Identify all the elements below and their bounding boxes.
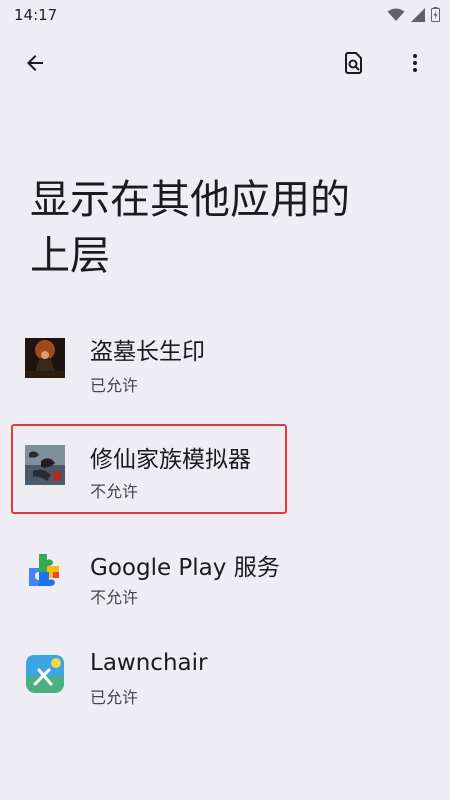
- more-vert-icon: [403, 51, 427, 79]
- app-list-item[interactable]: Lawnchair 已允许: [0, 608, 450, 707]
- app-name: Google Play 服务: [90, 555, 280, 581]
- wifi-icon: [387, 7, 405, 26]
- app-status: 不允许: [90, 588, 139, 607]
- app-status: 已允许: [90, 376, 139, 395]
- app-name: Lawnchair: [90, 650, 208, 676]
- signal-icon: [411, 7, 425, 26]
- lawnchair-icon: [25, 654, 65, 694]
- status-bar: 14:17: [0, 0, 450, 30]
- app-list-item[interactable]: 盗墓长生印 已允许: [0, 308, 450, 404]
- status-icons: [387, 7, 440, 26]
- page-title-line2: 上层: [30, 233, 110, 279]
- page-title: 显示在其他应用的 上层: [30, 172, 430, 284]
- app-name: 盗墓长生印: [90, 339, 205, 365]
- highlight-box: [11, 424, 287, 514]
- google-play-services-icon: [25, 550, 65, 590]
- app-status: 已允许: [90, 688, 139, 707]
- search-settings-button[interactable]: [334, 45, 374, 85]
- search-settings-icon: [342, 51, 366, 79]
- arrow-left-icon: [23, 51, 47, 79]
- more-options-button[interactable]: [395, 45, 435, 85]
- status-time: 14:17: [14, 6, 58, 24]
- game-tomb-icon: [25, 338, 65, 378]
- back-button[interactable]: [15, 45, 55, 85]
- page-title-line1: 显示在其他应用的: [30, 177, 350, 223]
- battery-icon: [431, 7, 440, 26]
- app-list-item[interactable]: Google Play 服务 不允许: [0, 508, 450, 607]
- toolbar: [0, 40, 450, 90]
